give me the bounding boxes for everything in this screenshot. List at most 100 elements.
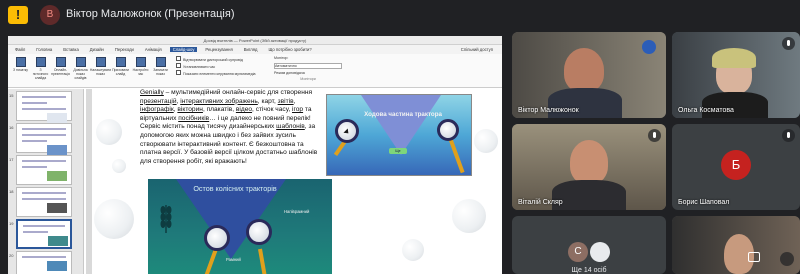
participant-name: Віктор Малюжонок bbox=[518, 107, 579, 114]
slide-number: 17 bbox=[9, 157, 14, 162]
participant-tile[interactable]: Б Борис Шаповал bbox=[672, 124, 800, 210]
slide-thumbnail[interactable] bbox=[16, 91, 72, 123]
bubble-decoration bbox=[402, 239, 424, 261]
timings-checkbox[interactable]: Установлювати час bbox=[176, 63, 267, 70]
narrations-checkbox[interactable]: Відтворювати дикторський супровід bbox=[176, 56, 267, 63]
genially-example-image-1[interactable]: Ходова частина трактора Ще bbox=[326, 94, 472, 176]
setup-show-icon bbox=[95, 57, 106, 67]
more-participants-label: Ще 14 осіб bbox=[571, 267, 607, 274]
monitor-group: Монітор: Автоматично Режим доповідача Мо… bbox=[270, 56, 342, 85]
tab-slideshow[interactable]: Слайд-шоу bbox=[169, 47, 198, 52]
tab-insert[interactable]: Вставка bbox=[60, 47, 82, 52]
magnifier-icon bbox=[246, 219, 272, 245]
image-title: Ходова частина трактора bbox=[364, 111, 442, 118]
monitor-label: Монітор: bbox=[274, 56, 289, 60]
present-online-icon bbox=[55, 57, 66, 67]
mic-off-icon bbox=[782, 129, 795, 142]
image-title: Остов колісних тракторів bbox=[193, 184, 277, 193]
mic-off-icon bbox=[648, 129, 661, 142]
record-show-button[interactable]: Записати показ bbox=[152, 56, 169, 85]
genially-example-image-2[interactable]: Остов колісних тракторів Напіврамний Рам… bbox=[148, 179, 332, 274]
participant-name: Ольга Косматова bbox=[678, 107, 734, 114]
bubble-decoration bbox=[112, 159, 126, 173]
slide-thumbnail[interactable] bbox=[16, 123, 72, 155]
participant-name: Віталій Скляр bbox=[518, 199, 563, 206]
ppt-window-title: Досвід вчителів — PowerPoint (Збій актив… bbox=[8, 36, 502, 45]
tab-animation[interactable]: Анімація bbox=[142, 47, 165, 52]
speaking-indicator-icon bbox=[642, 40, 656, 54]
media-controls-checkbox[interactable]: Показати елементи керування мультимедіа bbox=[176, 70, 267, 77]
slide-number: 18 bbox=[9, 189, 14, 194]
slide-thumbnail[interactable] bbox=[16, 251, 72, 274]
present-online-button[interactable]: Онлайн-презентація bbox=[51, 56, 70, 85]
ppt-ribbon-tabs: Файл Головна Вставка Дизайн Переходи Ані… bbox=[8, 45, 502, 54]
tell-me-search[interactable]: Що потрібно зробити? bbox=[265, 47, 314, 52]
participant-avatar-logo bbox=[590, 242, 610, 262]
monitor-select[interactable]: Автоматично bbox=[274, 63, 342, 69]
record-icon bbox=[155, 57, 166, 67]
slide-thumbnail-active[interactable] bbox=[16, 219, 72, 249]
from-current-slide-button[interactable]: З поточного слайда bbox=[32, 56, 49, 85]
slide-number: 19 bbox=[9, 221, 14, 226]
participant-face bbox=[570, 140, 608, 184]
bubble-decoration bbox=[94, 199, 134, 239]
custom-show-icon bbox=[75, 57, 86, 67]
tab-view[interactable]: Вигляд bbox=[241, 47, 261, 52]
slide-number: 15 bbox=[9, 93, 14, 98]
slide-thumbnails-pane[interactable]: 15 16 17 18 19 20 bbox=[8, 89, 84, 274]
shared-screen: Досвід вчителів — PowerPoint (Збій актив… bbox=[8, 36, 502, 274]
picture-icon[interactable] bbox=[748, 252, 760, 262]
hide-slide-button[interactable]: Приховати слайд bbox=[112, 56, 129, 85]
mic-off-icon bbox=[782, 37, 795, 50]
tab-home[interactable]: Головна bbox=[33, 47, 55, 52]
participant-tile[interactable]: Віктор Малюжонок bbox=[512, 32, 666, 118]
monitors-group-label: Монітори bbox=[300, 77, 316, 81]
bubble-decoration bbox=[96, 119, 122, 145]
bubble-decoration bbox=[474, 129, 498, 153]
more-participants-tile[interactable]: C Ще 14 осіб bbox=[512, 216, 666, 274]
presenter-view-checkbox[interactable]: Режим доповідача bbox=[274, 71, 342, 75]
slideshow-start-icon bbox=[15, 57, 26, 67]
slide-number: 20 bbox=[9, 253, 14, 258]
slide-thumbnail[interactable] bbox=[16, 155, 72, 185]
ppt-ribbon: З початку З поточного слайда Онлайн-през… bbox=[8, 54, 502, 88]
image-label: Рамний bbox=[226, 257, 241, 262]
self-view-tile[interactable] bbox=[672, 216, 800, 274]
tab-file[interactable]: Файл bbox=[12, 47, 28, 52]
custom-show-button[interactable]: Довільна показ слайдів bbox=[72, 56, 89, 85]
participant-tile[interactable]: Віталій Скляр bbox=[512, 124, 666, 210]
magnifier-icon bbox=[437, 119, 459, 141]
share-button[interactable]: Спільний доступ bbox=[458, 47, 496, 52]
participant-face bbox=[564, 48, 604, 92]
slideshow-current-icon bbox=[35, 57, 46, 67]
from-beginning-button[interactable]: З початку bbox=[12, 56, 29, 85]
slide-body-text[interactable]: Genially – мультимедійний онлайн-сервіс … bbox=[140, 89, 318, 167]
clock-icon bbox=[135, 57, 146, 67]
current-slide[interactable]: Genially – мультимедійний онлайн-сервіс … bbox=[92, 89, 502, 274]
more-options-icon[interactable] bbox=[780, 252, 794, 266]
wheat-icon bbox=[160, 205, 172, 233]
participant-name: Борис Шаповал bbox=[678, 199, 730, 206]
participant-avatar: C bbox=[568, 242, 588, 262]
image-label: Напіврамний bbox=[284, 209, 310, 214]
participant-body bbox=[552, 180, 626, 210]
setup-show-button[interactable]: Налаштувати показ bbox=[90, 56, 111, 85]
tab-transitions[interactable]: Переходи bbox=[112, 47, 137, 52]
hide-slide-icon bbox=[115, 57, 126, 67]
tab-design[interactable]: Дизайн bbox=[87, 47, 107, 52]
ribbon-checkboxes: Відтворювати дикторський супровід Устано… bbox=[172, 56, 267, 85]
bubble-decoration bbox=[452, 199, 486, 233]
meeting-top-bar: ! В Віктор Малюжонок (Презентація) bbox=[0, 0, 800, 30]
slide-thumbnail[interactable] bbox=[16, 187, 72, 217]
warning-icon[interactable]: ! bbox=[8, 6, 28, 24]
tab-review[interactable]: Рецензування bbox=[202, 47, 235, 52]
participant-body bbox=[702, 92, 768, 118]
presentation-title: Віктор Малюжонок (Презентація) bbox=[66, 8, 235, 20]
slide-number: 16 bbox=[9, 125, 14, 130]
slide-edit-area[interactable]: Genially – мультимедійний онлайн-сервіс … bbox=[86, 89, 502, 274]
participant-tile[interactable]: Ольга Косматова bbox=[672, 32, 800, 118]
participant-hair bbox=[712, 48, 756, 68]
participant-avatar: Б bbox=[721, 150, 751, 180]
presenter-avatar: В bbox=[40, 5, 60, 25]
rehearse-timings-button[interactable]: Настроїти час bbox=[132, 56, 149, 85]
